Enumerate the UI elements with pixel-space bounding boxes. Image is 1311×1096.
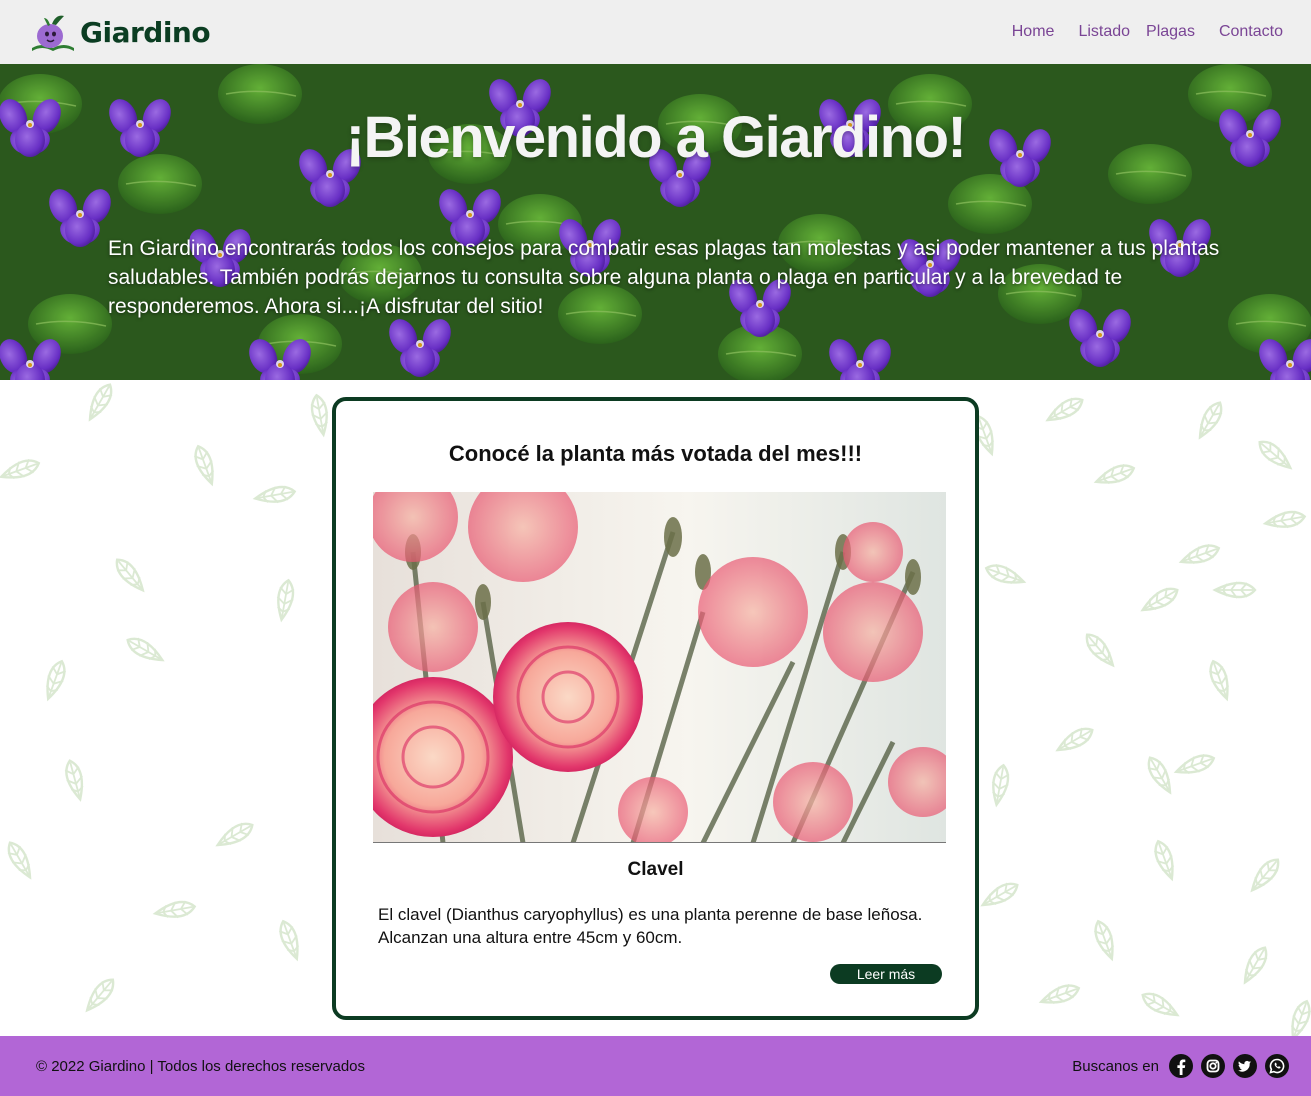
brand-name: Giardino [80,15,211,49]
plant-name: Clavel [627,859,684,880]
instagram-icon[interactable] [1201,1054,1225,1078]
nav-contacto-link[interactable]: Contacto [1219,23,1283,41]
copyright-text: © 2022 Giardino | Todos los derechos res… [36,1057,366,1075]
read-more-button[interactable]: Leer más [830,964,942,984]
hero-description: En Giardino encontrarás todos los consej… [108,237,1220,318]
nav-home-link[interactable]: Home [1012,23,1055,41]
twitter-icon[interactable] [1233,1054,1257,1078]
brand-link[interactable]: Giardino [30,10,211,54]
main-nav: Home Listado Plagas Contacto [1012,23,1283,41]
plant-description: El clavel (Dianthus caryophyllus) es una… [378,905,923,947]
whatsapp-icon[interactable] [1265,1054,1289,1078]
nav-plagas-link[interactable]: Plagas [1146,23,1195,41]
nav-listado-link[interactable]: Listado [1078,23,1130,41]
social-links: Buscanos en [1072,1054,1289,1078]
social-label: Buscanos en [1072,1057,1159,1075]
navbar: Giardino Home Listado Plagas Contacto [0,0,1311,64]
giardino-logo-icon [32,15,74,51]
facebook-icon[interactable] [1169,1054,1193,1078]
featured-plant-card: Conocé la planta más votada del mes!!! C… [332,397,979,1020]
main-content: Conocé la planta más votada del mes!!! C… [0,380,1311,1036]
card-title: Conocé la planta más votada del mes!!! [448,441,863,466]
hero-title: ¡Bienvenido a Giardino! [345,105,967,170]
footer: © 2022 Giardino | Todos los derechos res… [0,1036,1311,1096]
hero-banner: ¡Bienvenido a Giardino! En Giardino enco… [0,64,1311,380]
carnation-image [373,492,946,843]
